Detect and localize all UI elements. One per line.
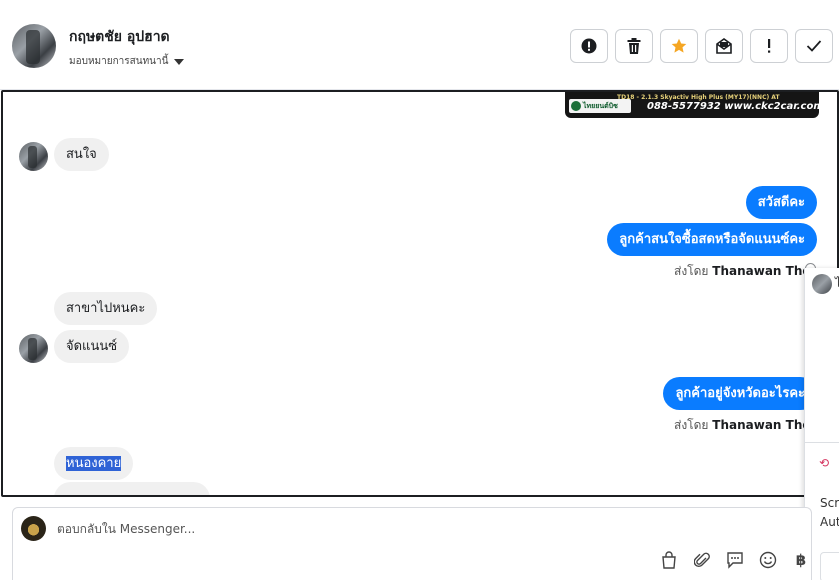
emoji-button[interactable] [758,550,778,570]
star-button[interactable] [660,29,698,63]
star-icon [671,38,687,53]
baht-icon: ฿ [795,551,807,569]
automation-icon: ⟲ [819,456,830,470]
shopping-bag-button[interactable] [659,550,679,570]
message-thread[interactable]: TD18 - 2.1.3 Skyactiv High Plus (MY17)(N… [1,90,839,497]
outgoing-message: สวัสดีคะ [745,186,817,219]
side-panel-text: Scr [820,496,839,510]
selected-text: หนองคาย [66,456,122,471]
sender-avatar [19,334,48,363]
caret-down-icon [174,58,185,65]
trash-icon [627,38,641,54]
sent-by-prefix: ส่งโดย [674,264,709,278]
page-avatar [21,516,46,541]
report-button[interactable] [570,29,608,63]
incoming-message: จัดแนนซ์ [54,330,130,363]
reply-composer: ฿ [12,507,812,580]
composer-tools: ฿ [659,550,811,570]
emoji-icon [759,551,777,569]
attachment-icon [694,552,710,568]
contact-avatar[interactable] [12,24,56,68]
checkmark-icon [806,40,822,52]
delete-button[interactable] [615,29,653,63]
contact-name[interactable]: กฤษตชัย อุปฮาด [69,26,170,48]
payment-button[interactable]: ฿ [791,550,811,570]
sender-avatar [19,142,48,171]
banner-phone: 088-5577932 www.ckc2car.com [647,101,819,112]
mark-unread-icon [716,38,732,54]
side-panel-text: Aut [820,515,839,529]
incoming-message-partial [54,482,210,495]
side-panel-avatar [812,274,832,294]
attach-button[interactable] [692,550,712,570]
header-actions [570,29,833,63]
sent-by-prefix: ส่งโดย [674,418,709,432]
banner-caption: TD18 - 2.1.3 Skyactiv High Plus (MY17)(N… [617,94,780,101]
divider [805,442,839,443]
report-icon [581,38,597,54]
assign-label: มอบหมายการสนทนานี้ [69,56,169,67]
side-panel-title: ไ [835,274,839,293]
mark-done-button[interactable] [795,29,833,63]
sent-by-label: ส่งโดย Thanawan Thon [674,416,819,435]
saved-reply-icon [727,552,743,569]
side-panel-card[interactable] [820,552,839,580]
conversation-header: กฤษตชัย อุปฮาด มอบหมายการสนทนานี้ [0,0,839,90]
outgoing-message: ลูกค้าอยู่จังหวัดอะไรคะ [663,377,817,410]
sent-by-label: ส่งโดย Thanawan Thon [674,262,819,281]
outgoing-message: ลูกค้าสนใจซื้อสดหรือจัดแนนซ์คะ [607,223,817,256]
banner-logo: ไทยยนต์บิซ [569,99,631,113]
saved-replies-button[interactable] [725,550,745,570]
reply-input[interactable] [57,516,657,542]
incoming-message: สาขาไปหนคะ [54,292,158,325]
exclamation-icon [768,39,771,53]
incoming-message: หนองคาย [54,447,134,480]
follow-up-button[interactable] [750,29,788,63]
incoming-message: สนใจ [54,138,109,171]
ad-banner-image: TD18 - 2.1.3 Skyactiv High Plus (MY17)(N… [565,92,819,118]
assign-conversation-dropdown[interactable]: มอบหมายการสนทนานี้ [69,54,185,69]
shopping-bag-icon [662,551,676,569]
mark-unread-button[interactable] [705,29,743,63]
